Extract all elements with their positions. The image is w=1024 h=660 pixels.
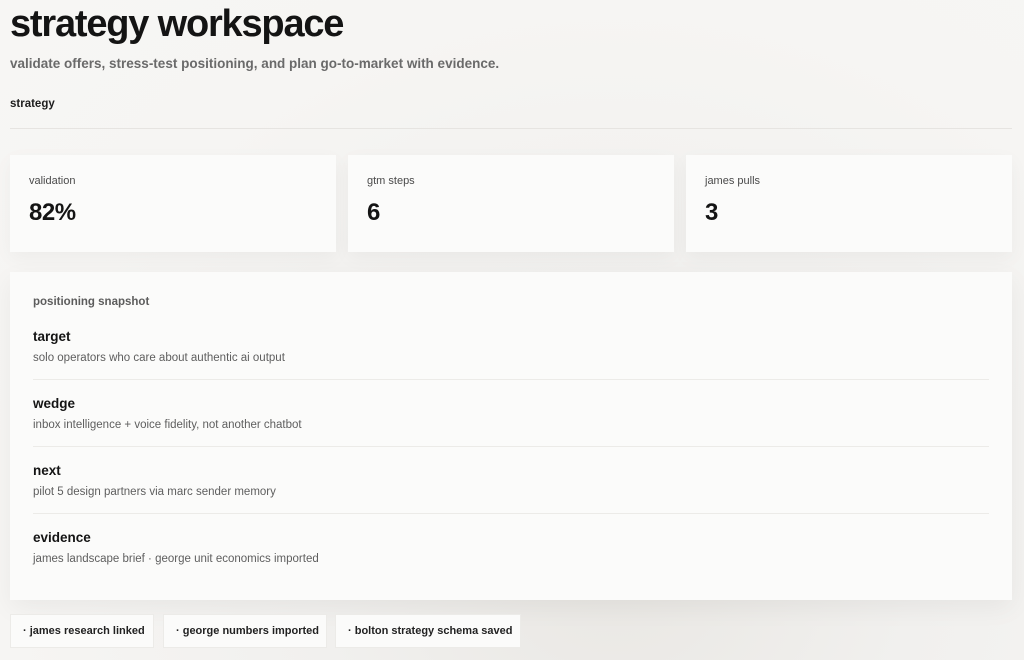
positioning-snapshot-panel: positioning snapshot target solo operato…: [10, 272, 1012, 600]
positioning-row-target: target solo operators who care about aut…: [33, 329, 989, 364]
stat-label: james pulls: [705, 175, 761, 187]
stat-card-gtm-steps: gtm steps 6: [348, 155, 674, 252]
page-title: strategy workspace: [10, 3, 344, 45]
row-title: next: [33, 463, 61, 478]
row-divider: [33, 513, 989, 514]
row-text: pilot 5 design partners via marc sender …: [33, 486, 276, 498]
status-chip-bolton-schema[interactable]: · bolton strategy schema saved: [335, 614, 521, 648]
stat-value: 6: [367, 199, 380, 226]
panel-label: positioning snapshot: [33, 296, 150, 308]
stat-label: validation: [29, 175, 76, 187]
stat-value: 3: [705, 199, 718, 226]
status-chip-george-numbers[interactable]: · george numbers imported: [163, 614, 327, 648]
positioning-row-next: next pilot 5 design partners via marc se…: [33, 463, 989, 498]
row-title: wedge: [33, 396, 76, 411]
stat-label: gtm steps: [367, 175, 415, 187]
row-divider: [33, 446, 989, 447]
stat-value: 82%: [29, 199, 76, 226]
row-text: james landscape brief · george unit econ…: [33, 553, 319, 565]
row-divider: [33, 379, 989, 380]
row-title: evidence: [33, 530, 91, 545]
positioning-row-evidence: evidence james landscape brief · george …: [33, 530, 989, 565]
row-text: inbox intelligence + voice fidelity, not…: [33, 419, 302, 431]
stat-card-james-pulls: james pulls 3: [686, 155, 1012, 252]
row-title: target: [33, 329, 71, 344]
tab-strategy[interactable]: strategy: [10, 98, 55, 110]
header-divider: [10, 128, 1012, 129]
row-text: solo operators who care about authentic …: [33, 352, 285, 364]
stat-card-validation: validation 82%: [10, 155, 336, 252]
status-chip-james-research[interactable]: · james research linked: [10, 614, 154, 648]
page-subtitle: validate offers, stress-test positioning…: [10, 56, 500, 71]
positioning-row-wedge: wedge inbox intelligence + voice fidelit…: [33, 396, 989, 431]
